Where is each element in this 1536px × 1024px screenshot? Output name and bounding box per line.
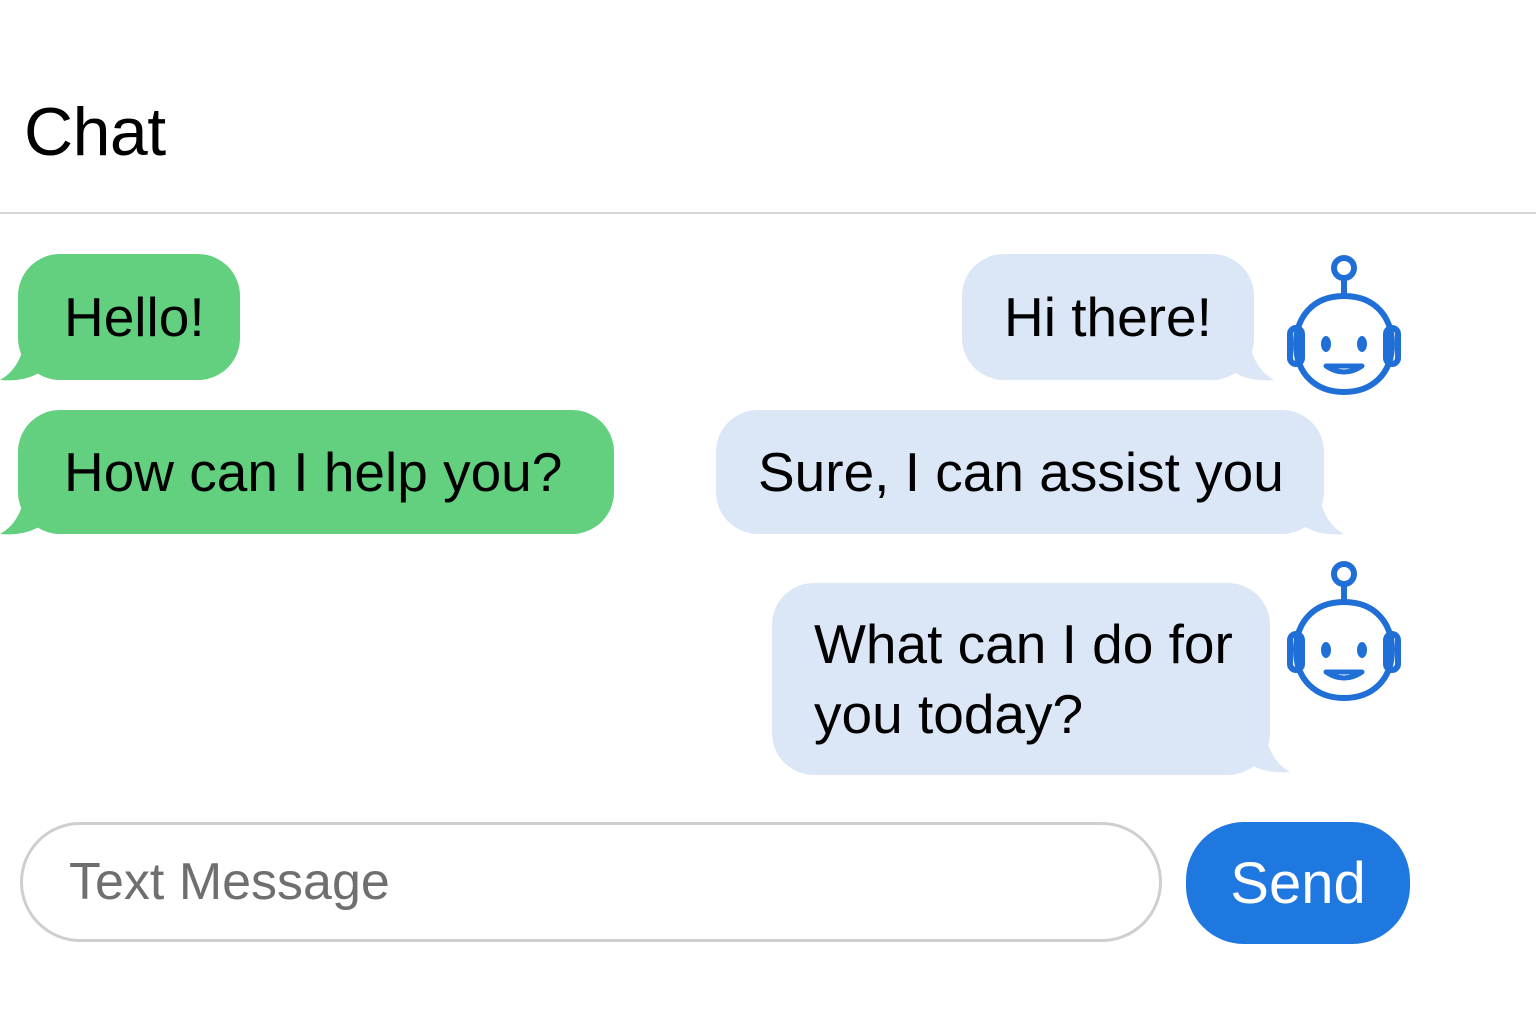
message-text-line: you today? — [814, 683, 1084, 745]
chat-app: Chat Hello! How can I help you? Hi there… — [0, 0, 1536, 1024]
send-button[interactable]: Send — [1186, 822, 1410, 944]
chat-header: Chat — [0, 0, 1536, 214]
message-bubble-bot: Hi there! — [962, 254, 1254, 380]
message-text: What can I do for you today? — [814, 609, 1233, 749]
message-input[interactable] — [67, 851, 1119, 913]
message-bubble-user: How can I help you? — [18, 410, 614, 534]
message-bubble-bot: Sure, I can assist you — [716, 410, 1324, 534]
message-text: Hello! — [64, 286, 205, 348]
message-text: Sure, I can assist you — [758, 441, 1284, 503]
message-text-line: What can I do for — [814, 613, 1233, 675]
message-bubble-bot: What can I do for you today? — [772, 583, 1270, 775]
robot-icon — [1287, 255, 1401, 395]
page-title: Chat — [24, 94, 166, 170]
message-text: Hi there! — [1004, 286, 1212, 348]
robot-icon — [1287, 561, 1401, 701]
message-text: How can I help you? — [64, 441, 563, 503]
message-bubble-user: Hello! — [18, 254, 240, 380]
message-composer — [20, 822, 1162, 942]
